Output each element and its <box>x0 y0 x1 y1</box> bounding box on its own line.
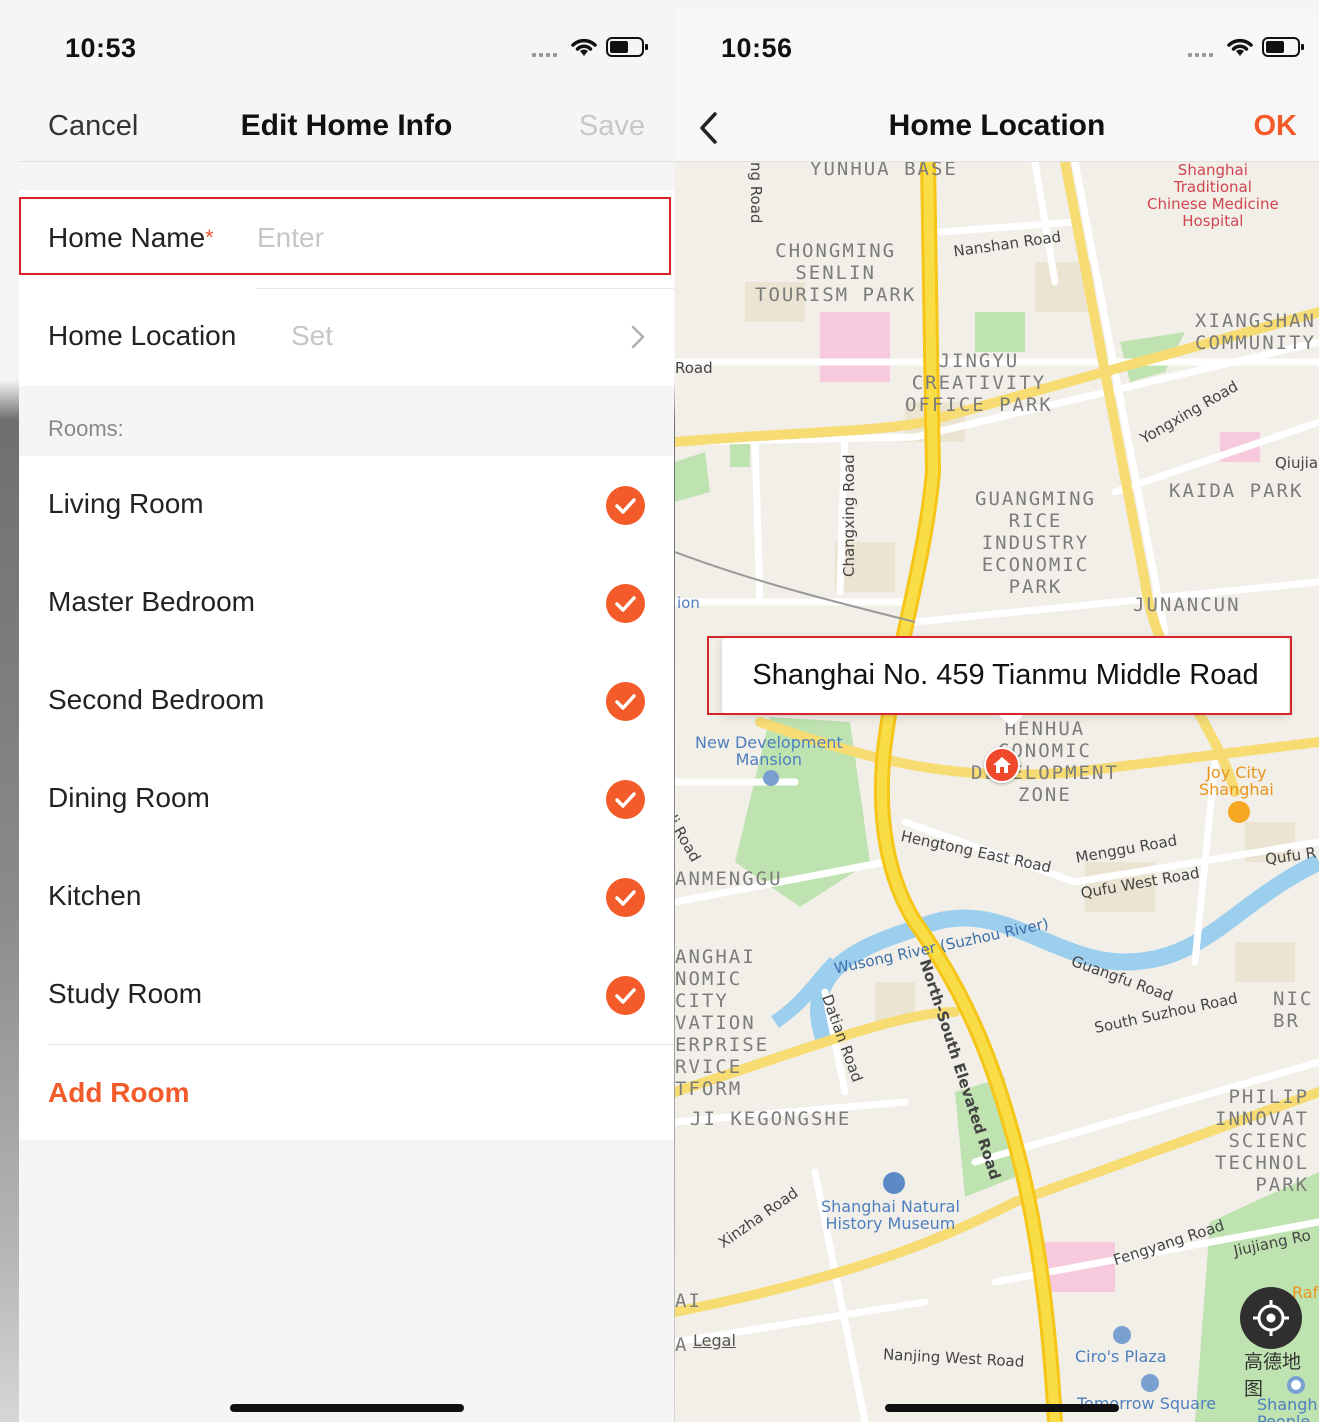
map-area-label: XIANGSHAN COMMUNITY <box>1195 310 1316 354</box>
edit-home-info-screen: 10:53 Cancel Edit Home Info Save Home Na… <box>19 9 674 1422</box>
status-bar: 10:56 <box>675 9 1319 89</box>
signal-icon <box>532 53 562 57</box>
battery-icon <box>606 37 648 57</box>
room-row-study[interactable]: Study Room <box>19 946 674 1044</box>
room-row-master-bedroom[interactable]: Master Bedroom <box>19 554 674 652</box>
poi-joy-city[interactable]: Joy City Shanghai <box>1199 764 1274 798</box>
status-time: 10:53 <box>65 33 137 63</box>
map-area-label: PHILIP INNOVAT SCIENC TECHNOL PARK <box>1215 1086 1310 1196</box>
save-button[interactable]: Save <box>579 110 645 143</box>
home-location-screen: 10:56 Home Location OK YUNHUA BASE CHONG… <box>675 9 1319 1422</box>
map-area-label: JUNANCUN <box>1133 594 1241 616</box>
ok-button[interactable]: OK <box>1254 110 1298 143</box>
room-row-dining[interactable]: Dining Room <box>19 750 674 848</box>
museum-icon <box>883 1172 905 1194</box>
map-area-label: JINGYU CREATIVITY OFFICE PARK <box>905 350 1053 416</box>
page-title: Home Location <box>888 109 1106 142</box>
room-label: Study Room <box>48 978 203 1009</box>
page-title: Edit Home Info <box>240 109 453 142</box>
map-road-label: Road <box>675 359 713 377</box>
wifi-icon <box>571 38 597 56</box>
map-area-label: YUNHUA BASE <box>810 162 958 180</box>
map-area-label: ANGHAI NOMIC CITY VATION ERPRISE RVICE T… <box>675 946 770 1100</box>
map-road-label: Changxing Road <box>840 454 858 577</box>
room-row-living[interactable]: Living Room <box>19 456 674 554</box>
map-area-label: NIC BR <box>1273 988 1314 1032</box>
checkmark-icon[interactable] <box>606 486 645 525</box>
home-indicator <box>885 1404 1119 1412</box>
locate-me-icon[interactable] <box>1240 1287 1302 1349</box>
map-road-label: Qiujia <box>1275 454 1319 472</box>
room-row-kitchen[interactable]: Kitchen <box>19 848 674 946</box>
add-room-row: Add Room <box>19 1044 674 1140</box>
map-area-label: GUANGMING RICE INDUSTRY ECONOMIC PARK <box>975 488 1096 598</box>
shopping-icon <box>1228 801 1250 823</box>
status-time: 10:56 <box>721 33 793 63</box>
map-provider-logo: 高德地图 <box>1244 1351 1302 1400</box>
map-area-label: KAIDA PARK <box>1169 480 1304 502</box>
map-area-label: CHONGMING SENLIN TOURISM PARK <box>755 240 917 306</box>
signal-icon <box>1188 53 1218 57</box>
address-highlight <box>707 636 1292 715</box>
wifi-icon <box>1227 38 1253 56</box>
divider <box>48 1044 674 1045</box>
home-pin-icon[interactable] <box>984 747 1020 783</box>
building-icon <box>763 770 779 786</box>
home-indicator <box>230 1404 464 1412</box>
rooms-section-title: Rooms: <box>48 416 124 441</box>
room-label: Living Room <box>48 488 204 519</box>
map-road-label: ng Road <box>747 162 765 224</box>
home-location-value: Set <box>291 320 334 351</box>
nav-bar: Home Location OK <box>675 89 1319 162</box>
poi-mansion[interactable]: New Development Mansion <box>695 734 843 768</box>
legal-link[interactable]: Legal <box>693 1331 736 1350</box>
poi-hospital[interactable]: Shanghai Traditional Chinese Medicine Ho… <box>1147 162 1279 230</box>
map-area-label: JI KEGONGSHE <box>690 1108 852 1130</box>
checkmark-icon[interactable] <box>606 780 645 819</box>
checkmark-icon[interactable] <box>606 878 645 917</box>
map-area-label: AI <box>675 1290 702 1312</box>
checkmark-icon[interactable] <box>606 584 645 623</box>
checkmark-icon[interactable] <box>606 976 645 1015</box>
chevron-right-icon <box>631 325 645 349</box>
status-icons <box>532 36 652 60</box>
map-view[interactable]: YUNHUA BASE CHONGMING SENLIN TOURISM PAR… <box>675 162 1319 1422</box>
poi-museum[interactable]: Shanghai Natural History Museum <box>821 1198 960 1232</box>
status-icons <box>1188 36 1308 60</box>
room-label: Dining Room <box>48 782 210 813</box>
building-icon <box>1141 1374 1159 1392</box>
home-location-label: Home Location <box>48 320 237 351</box>
map-area-label: A <box>675 1334 689 1356</box>
battery-icon <box>1262 37 1304 57</box>
room-row-second-bedroom[interactable]: Second Bedroom <box>19 652 674 750</box>
nav-bar: Cancel Edit Home Info Save <box>19 89 674 162</box>
map-area-label: ANMENGGU <box>675 868 783 890</box>
home-location-row[interactable]: Home Location Set <box>19 288 674 386</box>
room-label: Second Bedroom <box>48 684 265 715</box>
room-label: Master Bedroom <box>48 586 255 617</box>
map-road-label: ion <box>677 594 700 612</box>
home-name-highlight <box>19 197 671 275</box>
checkmark-icon[interactable] <box>606 682 645 721</box>
add-room-button[interactable]: Add Room <box>48 1077 190 1109</box>
status-bar: 10:53 <box>19 9 674 89</box>
poi-ciros-plaza[interactable]: Ciro's Plaza <box>1075 1348 1167 1365</box>
building-icon <box>1113 1326 1131 1344</box>
room-label: Kitchen <box>48 880 142 911</box>
